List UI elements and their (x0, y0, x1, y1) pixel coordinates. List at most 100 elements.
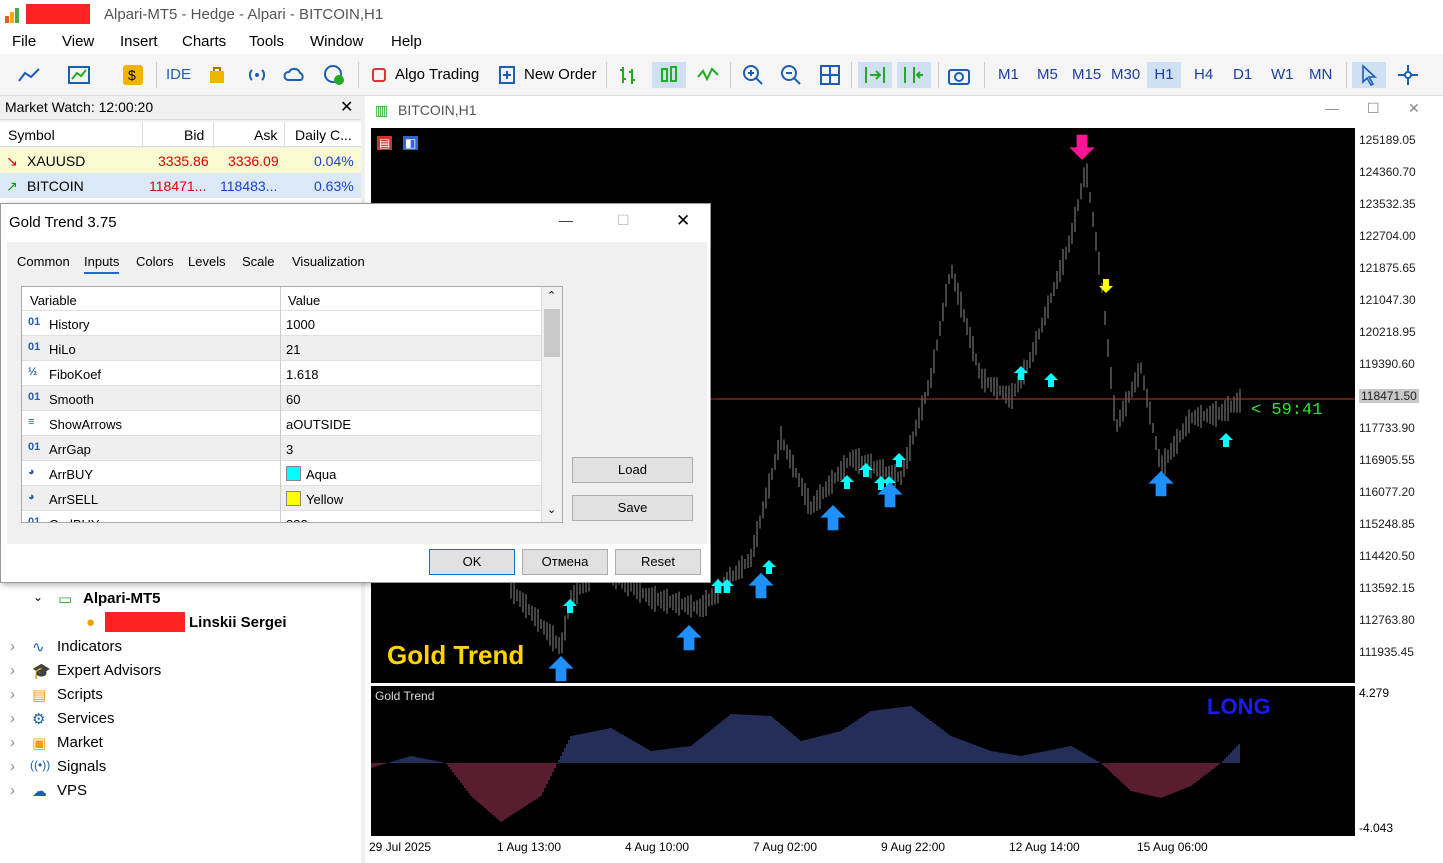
chart-type-icon[interactable] (16, 62, 42, 88)
nav-market[interactable]: Market (57, 734, 103, 751)
nav-vps[interactable]: VPS (57, 782, 87, 799)
vps-cloud-icon[interactable] (282, 62, 308, 88)
expand-icon[interactable]: › (10, 734, 15, 751)
input-row[interactable]: ◕ ArrSELL Yellow (22, 486, 541, 511)
reset-button[interactable]: Reset (615, 549, 701, 575)
param-value[interactable]: Yellow (306, 492, 343, 507)
nav-signals[interactable]: Signals (57, 758, 106, 775)
scroll-down-icon[interactable]: ⌄ (547, 503, 556, 516)
indicator-subwindow[interactable]: Gold Trend LONG (370, 686, 1355, 836)
expand-icon[interactable]: › (10, 782, 15, 799)
tile-windows-icon[interactable] (817, 62, 843, 88)
menu-insert[interactable]: Insert (120, 33, 158, 50)
nav-expert-advisors[interactable]: Expert Advisors (57, 662, 161, 679)
param-value[interactable]: aOUTSIDE (286, 417, 351, 432)
tf-m1[interactable]: M1 (998, 66, 1019, 83)
param-value[interactable]: 3 (286, 442, 293, 457)
new-order-icon[interactable] (494, 62, 520, 88)
menu-help[interactable]: Help (391, 33, 422, 50)
zoom-out-icon[interactable] (778, 62, 804, 88)
input-row[interactable]: ½ FiboKoef 1.618 (22, 361, 541, 386)
menu-window[interactable]: Window (310, 33, 363, 50)
load-button[interactable]: Load (572, 457, 693, 483)
input-row[interactable]: 01 CodBUY 233 (22, 511, 541, 522)
close-icon[interactable]: ✕ (1408, 100, 1420, 117)
algo-trading-stop-icon[interactable] (366, 62, 392, 88)
ok-button[interactable]: OK (429, 549, 515, 575)
tf-m15[interactable]: M15 (1072, 66, 1101, 83)
nav-indicators[interactable]: Indicators (57, 638, 122, 655)
expand-icon[interactable]: › (10, 638, 15, 655)
expand-icon[interactable]: › (10, 710, 15, 727)
cursor-icon[interactable] (1352, 62, 1386, 88)
close-icon[interactable]: ✕ (676, 211, 690, 231)
community-icon[interactable] (321, 62, 347, 88)
minimize-icon[interactable]: — (1325, 100, 1339, 116)
input-row[interactable]: 01 History 1000 (22, 311, 541, 336)
zoom-in-icon[interactable] (740, 62, 766, 88)
tab-visualization[interactable]: Visualization (292, 254, 365, 269)
templates-icon[interactable] (66, 62, 92, 88)
nav-scripts[interactable]: Scripts (57, 686, 103, 703)
minimize-icon[interactable]: — (559, 212, 573, 228)
ide-button[interactable]: IDE (166, 66, 191, 83)
expand-icon[interactable]: › (10, 758, 15, 775)
tf-w1[interactable]: W1 (1271, 66, 1294, 83)
tab-colors[interactable]: Colors (136, 254, 174, 269)
save-button[interactable]: Save (572, 495, 693, 521)
account-server[interactable]: Alpari-MT5 (83, 590, 161, 607)
tf-m30[interactable]: M30 (1111, 66, 1140, 83)
tab-inputs[interactable]: Inputs (84, 254, 120, 274)
market-bag-icon[interactable] (204, 62, 230, 88)
tf-d1[interactable]: D1 (1233, 66, 1252, 83)
table-row[interactable]: ↘ XAUUSD 3335.86 3336.09 0.04% (0, 148, 361, 173)
input-row[interactable]: 01 HiLo 21 (22, 336, 541, 361)
grid-scrollbar[interactable]: ⌃ ⌄ (541, 287, 562, 522)
cancel-button[interactable]: Отмена (522, 549, 608, 575)
tf-m5[interactable]: M5 (1037, 66, 1058, 83)
col-ask[interactable]: Ask (254, 127, 277, 143)
bar-chart-icon[interactable] (615, 62, 641, 88)
nav-services[interactable]: Services (57, 710, 115, 727)
input-row[interactable]: 01 Smooth 60 (22, 386, 541, 411)
tf-mn[interactable]: MN (1309, 66, 1332, 83)
scroll-up-icon[interactable]: ⌃ (547, 289, 556, 302)
chart-shift-icon[interactable] (897, 62, 931, 88)
param-value[interactable]: 1000 (286, 317, 315, 332)
param-value[interactable]: 233 (286, 517, 308, 522)
tf-h1[interactable]: H1 (1147, 62, 1181, 88)
param-value[interactable]: Aqua (306, 467, 336, 482)
scroll-thumb[interactable] (544, 309, 560, 357)
maximize-icon[interactable]: ☐ (1367, 100, 1380, 117)
tf-h4[interactable]: H4 (1194, 66, 1213, 83)
algo-trading-button[interactable]: Algo Trading (395, 66, 479, 83)
input-row[interactable]: ≡ ShowArrows aOUTSIDE (22, 411, 541, 436)
col-bid[interactable]: Bid (184, 127, 204, 143)
param-value[interactable]: 1.618 (286, 367, 319, 382)
param-value[interactable]: 60 (286, 392, 300, 407)
menu-file[interactable]: File (12, 33, 36, 50)
candlestick-icon[interactable] (652, 62, 686, 88)
param-value[interactable]: 21 (286, 342, 300, 357)
col-symbol[interactable]: Symbol (8, 127, 55, 143)
input-row[interactable]: 01 ArrGap 3 (22, 436, 541, 461)
tab-scale[interactable]: Scale (242, 254, 275, 269)
tab-common[interactable]: Common (17, 254, 70, 269)
new-order-button[interactable]: New Order (524, 66, 597, 83)
maximize-icon[interactable]: ☐ (617, 212, 630, 229)
trade-levels-icon[interactable]: ▤ (377, 136, 393, 150)
tab-levels[interactable]: Levels (188, 254, 226, 269)
collapse-icon[interactable]: ⌄ (33, 590, 43, 604)
col-daily-change[interactable]: Daily C... (295, 127, 352, 143)
expand-icon[interactable]: › (10, 686, 15, 703)
account-user[interactable]: Linskii Sergei (189, 614, 287, 631)
input-row[interactable]: ◕ ArrBUY Aqua (22, 461, 541, 486)
chart-tab-title[interactable]: BITCOIN,H1 (398, 102, 477, 118)
table-row[interactable]: ↗ BITCOIN 118471... 118483... 0.63% (0, 173, 361, 198)
crosshair-icon[interactable] (1395, 62, 1421, 88)
menu-view[interactable]: View (62, 33, 94, 50)
one-click-icon[interactable]: ◧ (403, 136, 419, 150)
line-chart-icon[interactable] (695, 62, 721, 88)
signals-icon[interactable] (244, 62, 270, 88)
expand-icon[interactable]: › (10, 662, 15, 679)
